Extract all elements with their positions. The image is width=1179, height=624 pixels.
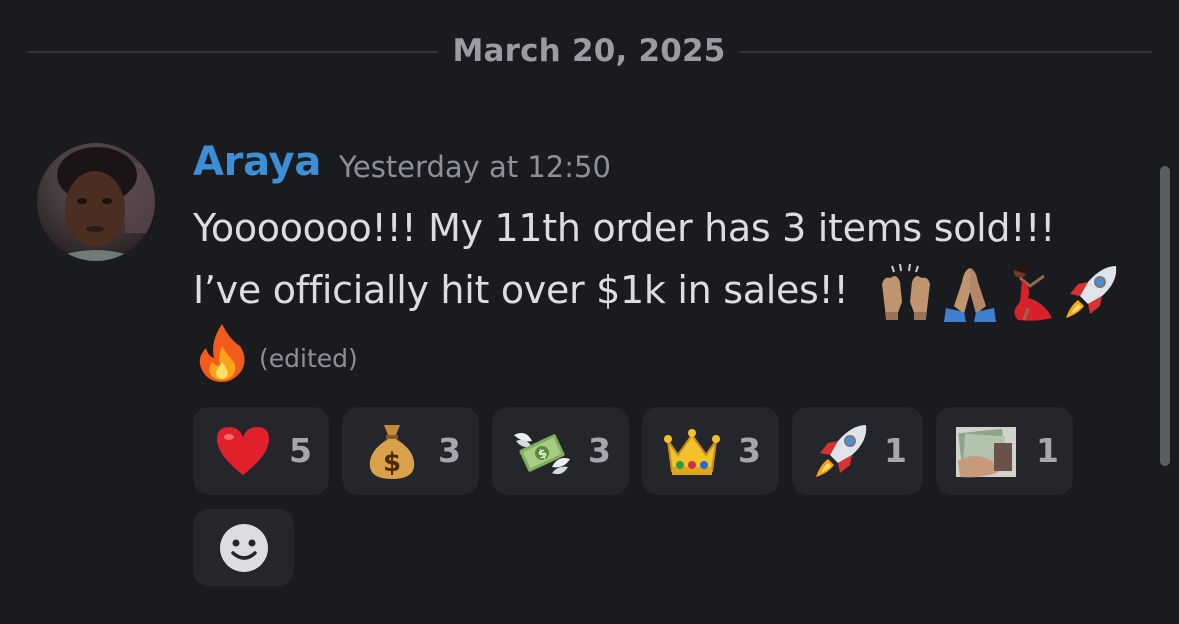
reaction-red-heart[interactable]: 5 <box>193 407 329 495</box>
money-bag-icon: $ <box>362 421 422 481</box>
money-with-wings-icon: $ <box>512 421 572 481</box>
avatar[interactable] <box>37 143 155 261</box>
reaction-cash-in-hand[interactable]: 1 <box>936 407 1073 495</box>
reaction-rocket[interactable]: 1 <box>792 407 923 495</box>
divider-line-right <box>740 51 1152 53</box>
reaction-count: 5 <box>289 431 312 470</box>
rocket-icon <box>812 421 872 481</box>
message-text-line-2: I’ve officially hit over $1k in sales!! <box>193 268 849 312</box>
reaction-count: 3 <box>738 431 761 470</box>
smile-face-icon <box>219 523 269 573</box>
divider-line-left <box>28 51 438 53</box>
edited-label: (edited) <box>259 344 358 373</box>
reaction-crown[interactable]: 3 <box>642 407 779 495</box>
reaction-count: 3 <box>438 431 461 470</box>
reaction-money-bag[interactable]: $ 3 <box>342 407 479 495</box>
crown-icon <box>662 421 722 481</box>
reaction-count: 1 <box>884 431 907 470</box>
date-divider-label: March 20, 2025 <box>452 33 726 69</box>
folded-hands-icon <box>940 262 1000 326</box>
svg-text:$: $ <box>383 448 401 478</box>
rocket-icon <box>1062 262 1122 326</box>
red-heart-icon <box>213 421 273 481</box>
reaction-count: 3 <box>588 431 611 470</box>
date-divider: March 20, 2025 <box>28 30 1152 74</box>
author-name[interactable]: Araya <box>193 139 321 185</box>
fire-icon <box>196 322 248 386</box>
message-timestamp: Yesterday at 12:50 <box>339 150 611 184</box>
reaction-count: 1 <box>1036 431 1059 470</box>
cash-in-hand-icon <box>956 421 1016 481</box>
add-reaction-button[interactable] <box>193 509 294 586</box>
scrollbar[interactable] <box>1160 166 1170 466</box>
message-text-line-1: Yooooooo!!! My 11th order has 3 items so… <box>193 206 1056 250</box>
dancer-icon <box>1000 262 1060 326</box>
reaction-money-with-wings[interactable]: $ 3 <box>492 407 629 495</box>
raising-hands-icon <box>876 262 936 326</box>
